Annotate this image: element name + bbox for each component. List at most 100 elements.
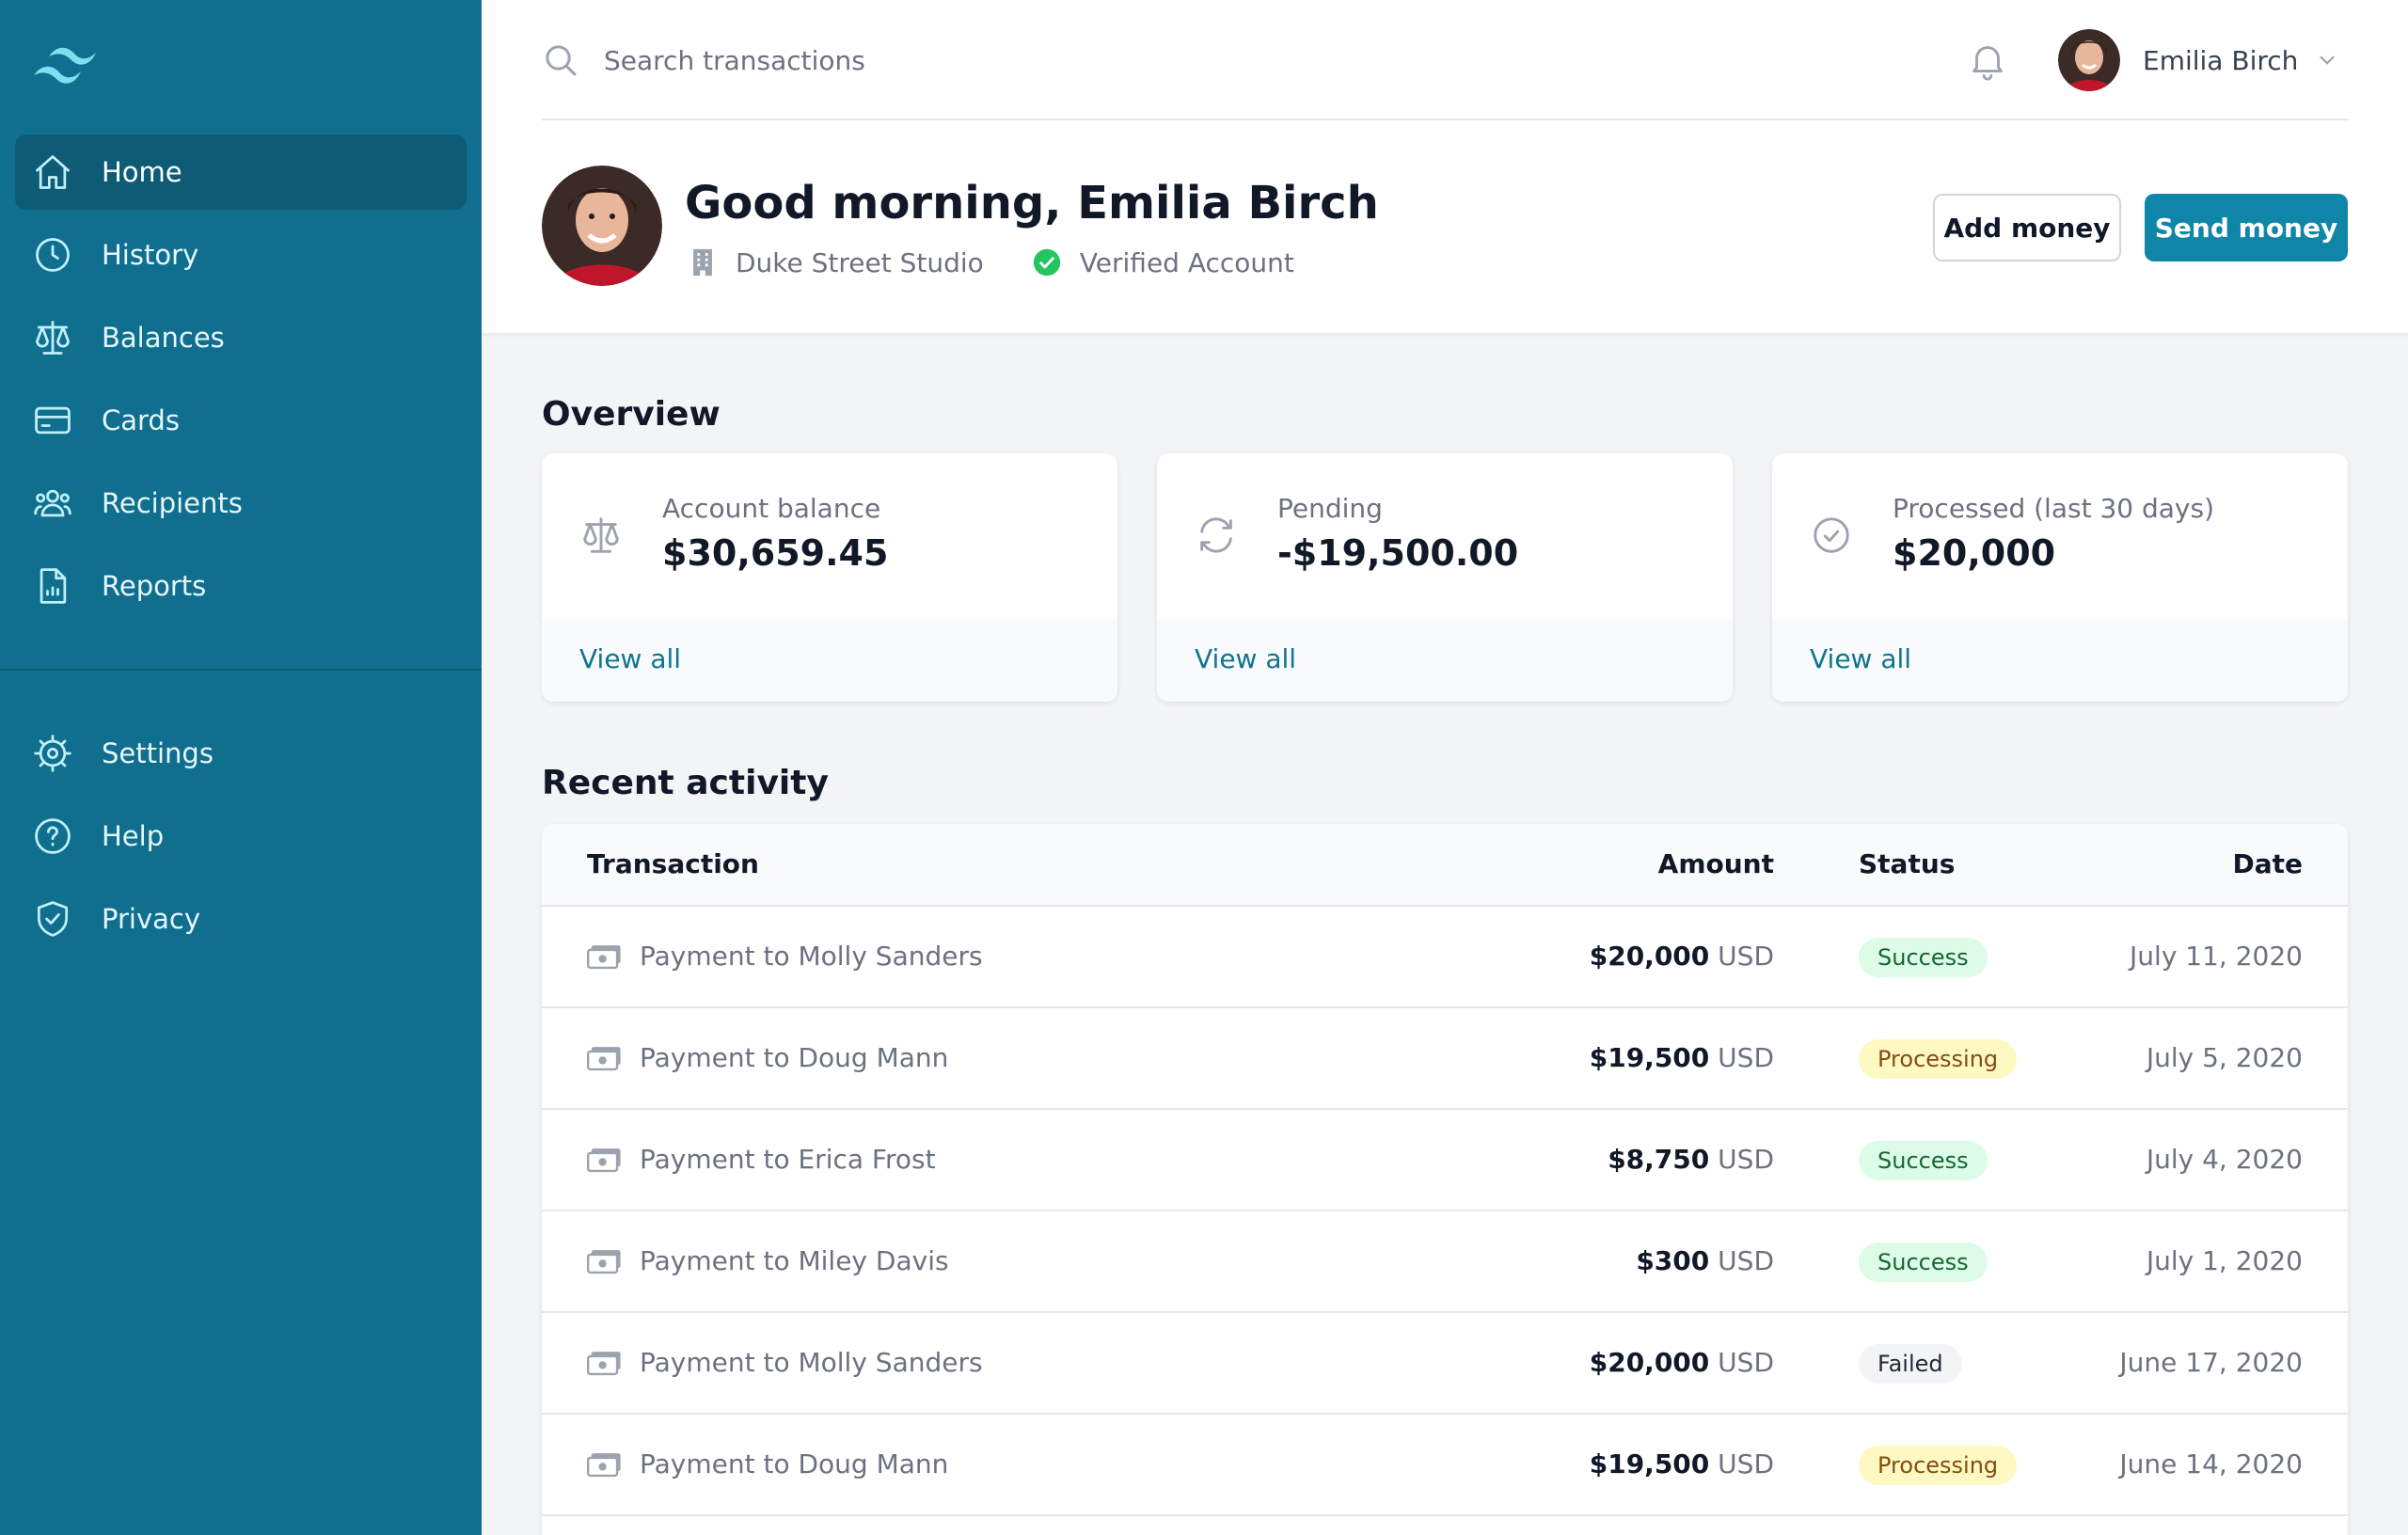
table-body: Payment to Molly Sanders $20,000 USD Suc… [542,907,2348,1516]
home-icon [36,155,70,189]
table-row[interactable]: Payment to Miley Davis $300 USD Success … [542,1211,2348,1313]
status-badge: Success [1859,1141,1988,1180]
add-money-button[interactable]: Add money [1933,194,2121,261]
sidebar-item-label: History [102,239,199,271]
overview-cards: Account balance $30,659.45 View all Pend… [542,453,2348,702]
bell-icon[interactable] [1966,38,2009,83]
column-header-status: Status [1859,848,1956,879]
transaction-link[interactable]: Payment to Miley Davis [587,1245,949,1276]
status-badge: Success [1859,938,1988,977]
sidebar-item-balances[interactable]: Balances [15,300,467,375]
table-row[interactable]: Payment to Molly Sanders $20,000 USD Suc… [542,907,2348,1008]
amount-value: $19,500 [1589,1042,1710,1073]
page-header: Good morning, Emilia Birch Duke Street S… [482,120,2408,333]
sidebar-item-history[interactable]: History [15,217,467,293]
search-icon [546,45,577,76]
account-meta: Duke Street Studio Verified Account [687,246,1294,278]
check-circle-icon [1814,517,1849,553]
status-badge: Processing [1859,1039,2018,1079]
sidebar-secondary-nav: Settings Help Privacy [15,716,467,964]
date-cell: June 14, 2020 [2119,1448,2303,1480]
sidebar-item-recipients[interactable]: Recipients [15,466,467,541]
amount-cell: $19,500 USD [1590,1042,1774,1073]
card-value: $20,000 [1893,532,2056,574]
card-footer: View all [1157,619,1733,702]
check-circle-icon [1033,248,1060,277]
send-money-button[interactable]: Send money [2145,194,2348,261]
sidebar-item-settings[interactable]: Settings [15,716,467,791]
sidebar: Home History Balances Cards Recipients R… [0,0,482,1535]
sidebar-item-help[interactable]: Help [15,799,467,874]
amount-value: $19,500 [1589,1448,1710,1480]
sidebar-divider [0,669,482,671]
view-all-link[interactable]: View all [1195,643,1296,674]
transaction-link[interactable]: Payment to Molly Sanders [587,1347,983,1378]
scale-icon [583,517,619,553]
cash-icon [587,1147,621,1172]
amount-value: $20,000 [1589,941,1710,972]
user-menu[interactable]: Emilia Birch [2058,28,2339,92]
transaction-link[interactable]: Payment to Molly Sanders [587,941,983,972]
chevron-down-icon [2320,55,2335,65]
cog-icon [34,735,71,772]
transaction-link[interactable]: Payment to Doug Mann [587,1042,948,1073]
amount-currency: USD [1718,1042,1774,1073]
sidebar-item-home[interactable]: Home [15,135,467,210]
sidebar-item-label: Reports [102,570,207,602]
transaction-link[interactable]: Payment to Doug Mann [587,1448,948,1480]
sidebar-item-reports[interactable]: Reports [15,548,467,624]
amount-value: $8,750 [1608,1144,1710,1175]
view-all-link[interactable]: View all [579,643,681,674]
status-badge: Success [1859,1242,1988,1282]
amount-currency: USD [1718,1448,1774,1480]
amount-currency: USD [1718,1245,1774,1276]
table-row[interactable]: Payment to Doug Mann $19,500 USD Process… [542,1415,2348,1516]
refresh-icon [1200,517,1232,553]
amount-cell: $8,750 USD [1608,1144,1774,1175]
transaction-link[interactable]: Payment to Erica Frost [587,1144,936,1175]
clock-icon [36,238,70,272]
transaction-name: Payment to Erica Frost [640,1144,936,1175]
date-cell: July 4, 2020 [2146,1144,2303,1175]
column-header-amount: Amount [1657,848,1774,879]
credit-card-icon [35,406,71,435]
table-row[interactable]: Payment to Doug Mann $19,500 USD Process… [542,1008,2348,1110]
table-row[interactable]: Payment to Molly Sanders $20,000 USD Fai… [542,1313,2348,1415]
date-cell: July 1, 2020 [2146,1245,2303,1276]
pending-card: Pending -$19,500.00 View all [1157,453,1733,702]
card-label: Processed (last 30 days) [1893,493,2214,524]
office-building-icon [693,248,712,277]
card-value: $30,659.45 [662,532,889,574]
cash-icon [587,944,621,969]
sidebar-item-label: Recipients [102,487,243,519]
date-cell: July 11, 2020 [2130,941,2303,972]
user-group-icon [34,489,71,517]
top-bar: Emilia Birch [482,0,2408,120]
sidebar-item-label: Help [102,820,165,852]
sidebar-item-label: Home [102,156,182,188]
amount-currency: USD [1718,941,1774,972]
search-input[interactable] [604,32,1450,88]
account-balance-card: Account balance $30,659.45 View all [542,453,1117,702]
card-label: Account balance [662,493,881,524]
transaction-name: Payment to Miley Davis [640,1245,949,1276]
date-cell: June 17, 2020 [2119,1347,2303,1378]
transaction-name: Payment to Doug Mann [640,1448,949,1480]
question-circle-icon [35,818,71,854]
sidebar-item-label: Balances [102,322,225,354]
amount-value: $20,000 [1589,1347,1710,1378]
amount-currency: USD [1718,1347,1774,1378]
status-badge: Processing [1859,1446,2018,1485]
sidebar-item-cards[interactable]: Cards [15,383,467,458]
tailwind-logo-icon[interactable] [30,43,102,90]
shield-check-icon [37,901,69,937]
sidebar-item-label: Settings [102,737,214,769]
sidebar-item-label: Privacy [102,903,200,935]
sidebar-primary-nav: Home History Balances Cards Recipients R… [15,135,467,631]
sidebar-item-privacy[interactable]: Privacy [15,881,467,957]
view-all-link[interactable]: View all [1810,643,1911,674]
recent-activity-title: Recent activity [542,764,829,802]
table-row[interactable]: Payment to Erica Frost $8,750 USD Succes… [542,1110,2348,1211]
avatar [2058,29,2120,91]
document-report-icon [40,568,67,604]
